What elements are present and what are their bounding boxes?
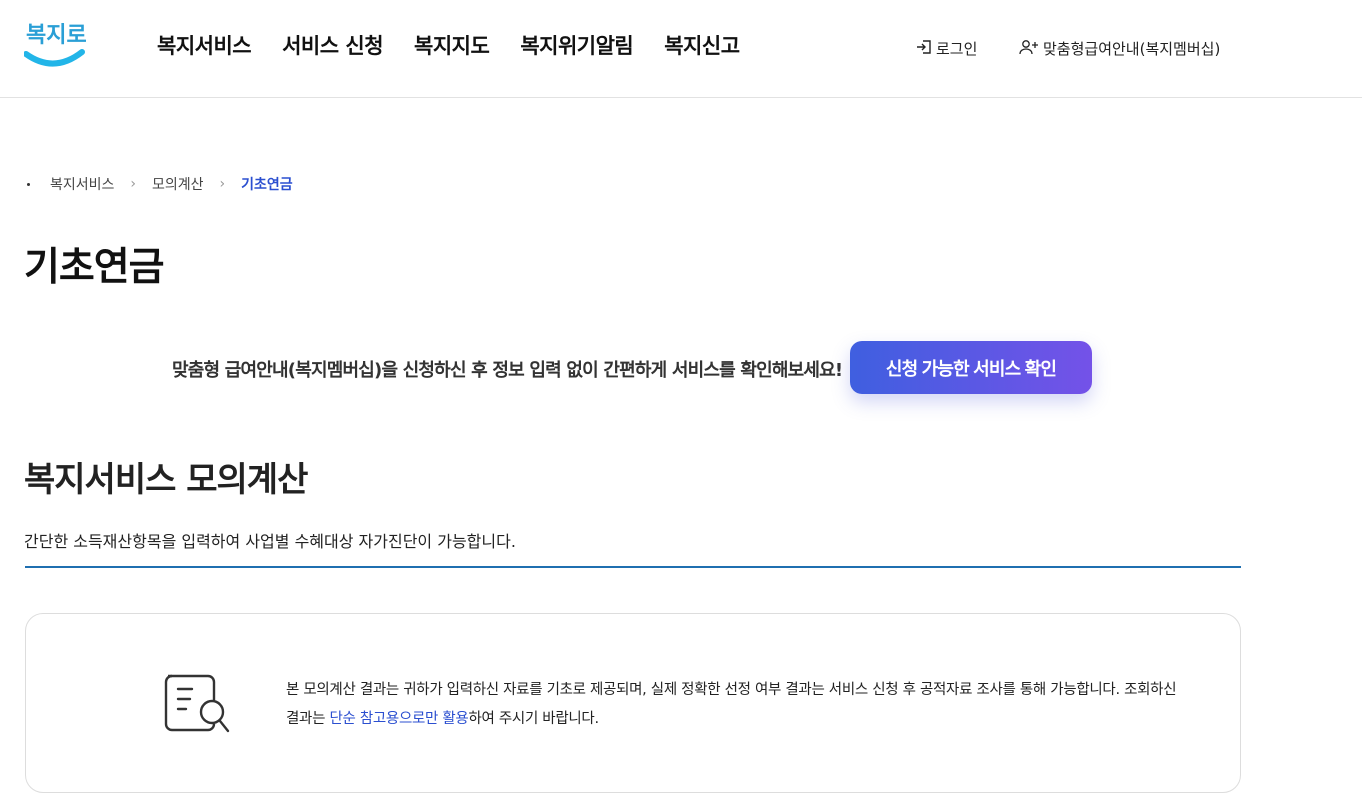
site-logo[interactable]: 복지로 [23,18,87,70]
login-label: 로그인 [936,40,978,58]
chevron-right-icon: › [130,176,137,192]
breadcrumb-item[interactable]: 복지서비스 [50,174,114,194]
section-divider [25,566,1241,568]
notice-text: 본 모의계산 결과는 귀하가 입력하신 자료를 기초로 제공되며, 실제 정확한… [286,676,1186,734]
nav-welfare-crisis[interactable]: 복지위기알림 [520,30,633,60]
login-icon [916,39,932,59]
membership-link[interactable]: 맞춤형급여안내(복지멤버십) [1019,38,1220,59]
chevron-right-icon: › [219,176,226,192]
document-search-icon [164,672,234,736]
home-dot-icon [27,182,30,186]
nav-welfare-service[interactable]: 복지서비스 [157,30,252,60]
breadcrumb: 복지서비스 › 모의계산 › 기초연금 [24,174,293,194]
notice-text-part: 하여 주시기 바랍니다. [468,711,599,727]
page-title: 기초연금 [24,245,165,290]
user-plus-icon [1019,39,1039,59]
section-title: 복지서비스 모의계산 [24,460,308,500]
main-nav: 복지서비스 서비스 신청 복지지도 복지위기알림 복지신고 [157,30,740,60]
section-description: 간단한 소득재산항목을 입력하여 사업별 수혜대상 자가진단이 가능합니다. [24,532,516,551]
promo-text: 맞춤형 급여안내(복지멤버십)을 신청하신 후 정보 입력 없이 간편하게 서비… [172,360,843,381]
nav-welfare-report[interactable]: 복지신고 [664,30,740,60]
breadcrumb-current: 기초연금 [241,177,293,193]
notice-box: 본 모의계산 결과는 귀하가 입력하신 자료를 기초로 제공되며, 실제 정확한… [25,613,1241,793]
notice-highlight: 단순 참고용으로만 활용 [329,711,469,727]
login-link[interactable]: 로그인 [916,38,977,59]
membership-label: 맞춤형급여안내(복지멤버십) [1043,40,1221,58]
site-header: 복지로 복지서비스 서비스 신청 복지지도 복지위기알림 복지신고 로그인 맞춤… [0,0,1362,98]
breadcrumb-item[interactable]: 모의계산 [152,174,204,194]
nav-service-apply[interactable]: 서비스 신청 [282,30,383,60]
check-available-services-button[interactable]: 신청 가능한 서비스 확인 [850,341,1092,394]
svg-text:복지로: 복지로 [26,22,86,47]
nav-welfare-map[interactable]: 복지지도 [414,30,490,60]
